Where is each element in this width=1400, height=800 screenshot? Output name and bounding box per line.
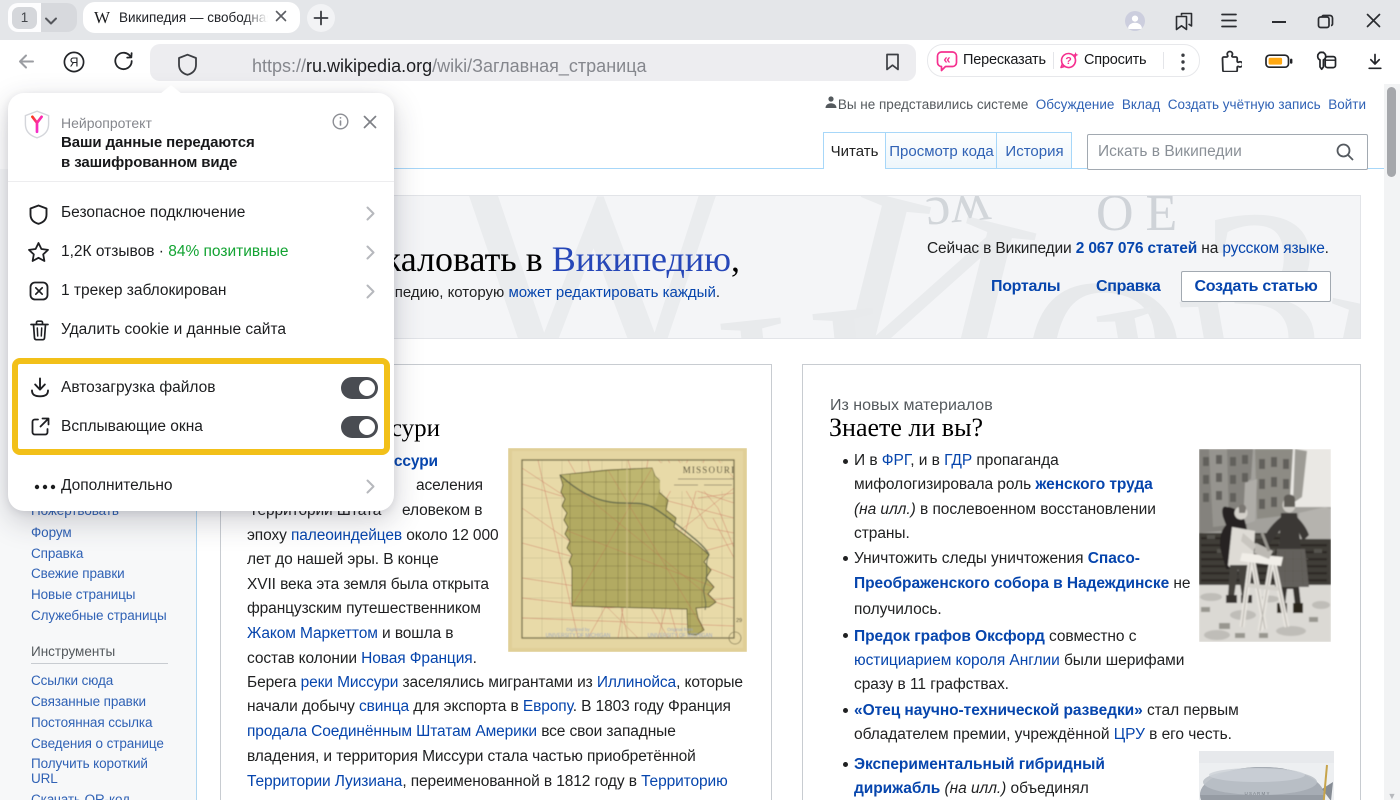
- svg-text:Digitized by: Digitized by: [566, 627, 590, 632]
- svg-text:?: ?: [1065, 55, 1071, 67]
- svg-text:UNIVERSITY OF MICHIGAN: UNIVERSITY OF MICHIGAN: [648, 633, 713, 639]
- svg-text:29: 29: [736, 618, 742, 624]
- svg-text:U S A R M Y: U S A R M Y: [1245, 791, 1270, 796]
- svg-text:UNIVERSITY OF MICHIGAN: UNIVERSITY OF MICHIGAN: [546, 633, 611, 639]
- svg-text:«: «: [943, 52, 950, 67]
- svg-text:Original from: Original from: [667, 627, 693, 632]
- svg-text:Я: Я: [69, 55, 78, 69]
- svg-text:MISSOURI: MISSOURI: [683, 465, 736, 475]
